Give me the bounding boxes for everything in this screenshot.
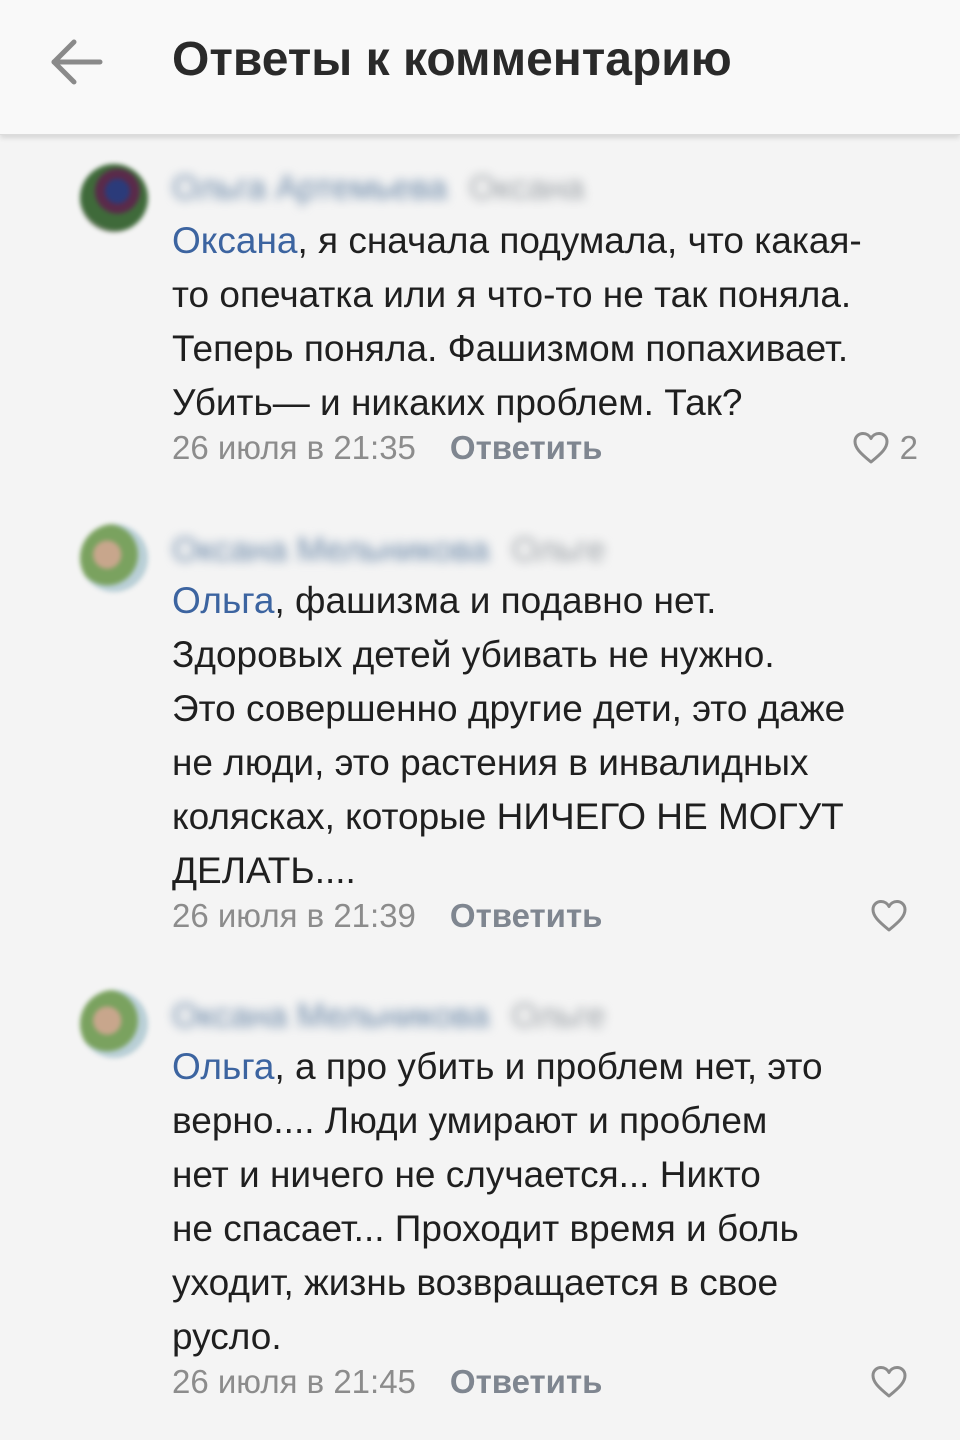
author-name[interactable]: Оксана Мельникова (172, 531, 489, 570)
screen: Ответы к комментарию Ольга Артемьева Окс… (0, 0, 960, 1440)
text-line: не спасает... Проходит время и боль (172, 1208, 799, 1249)
author-name[interactable]: Оксана Мельникова (172, 997, 489, 1036)
timestamp: 26 июля в 21:39 (172, 897, 416, 934)
text-line: Ольга, а про убить и проблем нет, это (172, 1040, 932, 1094)
like-button[interactable] (870, 1362, 918, 1402)
text-fragment: , а про убить и проблем нет, это (274, 1046, 823, 1087)
reply-button[interactable]: Ответить (450, 897, 603, 935)
comment-meta: 26 июля в 21:45 Ответить (172, 1362, 922, 1402)
text-line: Убить— и никаких проблем. Так? (172, 382, 743, 423)
mention-link[interactable]: Оксана (172, 220, 297, 261)
text-line: то опечатка или я что-то не так поняла. (172, 274, 852, 315)
reply-target[interactable]: Ольге (511, 531, 605, 570)
text-line: Оксана, я сначала подумала, что какая- (172, 214, 932, 268)
author-row: Оксана Мельникова Ольге (172, 531, 606, 570)
like-button[interactable] (870, 896, 918, 936)
avatar[interactable] (80, 524, 148, 592)
heart-icon (871, 900, 907, 932)
reply-button[interactable]: Ответить (450, 1363, 603, 1401)
avatar[interactable] (80, 164, 148, 232)
avatar[interactable] (80, 990, 148, 1058)
text-fragment: , фашизма и подавно нет. (274, 580, 717, 621)
mention-link[interactable]: Ольга (172, 1046, 275, 1087)
author-row: Оксана Мельникова Ольге (172, 997, 606, 1036)
comment-text: Ольга, а про убить и проблем нет, это ве… (172, 1040, 932, 1364)
comment-meta: 26 июля в 21:39 Ответить (172, 896, 922, 936)
text-line: Теперь поняла. Фашизмом попахивает. (172, 328, 849, 369)
text-line: ДЕЛАТЬ.... (172, 850, 356, 891)
text-line: Это совершенно другие дети, это даже (172, 688, 846, 729)
text-line: Ольга, фашизма и подавно нет. (172, 574, 932, 628)
timestamp: 26 июля в 21:45 (172, 1363, 416, 1400)
like-count: 2 (899, 429, 918, 466)
comment-text: Ольга, фашизма и подавно нет. Здоровых д… (172, 574, 932, 898)
text-fragment: , я сначала подумала, что какая- (297, 220, 862, 261)
heart-icon (853, 432, 889, 464)
comment-text: Оксана, я сначала подумала, что какая- т… (172, 214, 932, 430)
author-name[interactable]: Ольга Артемьева (172, 169, 447, 208)
comment-meta: 26 июля в 21:35 Ответить 2 (172, 428, 922, 468)
like-button[interactable]: 2 (852, 428, 918, 468)
back-button[interactable] (44, 34, 108, 90)
text-line: нет и ничего не случается... Никто (172, 1154, 761, 1195)
text-line: колясках, которые НИЧЕГО НЕ МОГУТ (172, 796, 844, 837)
mention-link[interactable]: Ольга (172, 580, 275, 621)
page-title: Ответы к комментарию (172, 33, 732, 86)
author-row: Ольга Артемьева Оксана (172, 169, 584, 208)
reply-button[interactable]: Ответить (450, 429, 603, 467)
text-line: русло. (172, 1316, 282, 1357)
text-line: уходит, жизнь возвращается в свое (172, 1262, 779, 1303)
arrow-left-icon (51, 39, 103, 85)
reply-target[interactable]: Ольге (511, 997, 605, 1036)
top-bar: Ответы к комментарию (0, 0, 960, 135)
text-line: верно.... Люди умирают и проблем (172, 1100, 768, 1141)
text-line: не люди, это растения в инвалидных (172, 742, 809, 783)
timestamp: 26 июля в 21:35 (172, 429, 416, 466)
text-line: Здоровых детей убивать не нужно. (172, 634, 775, 675)
heart-icon (871, 1366, 907, 1398)
reply-target[interactable]: Оксана (469, 169, 584, 208)
